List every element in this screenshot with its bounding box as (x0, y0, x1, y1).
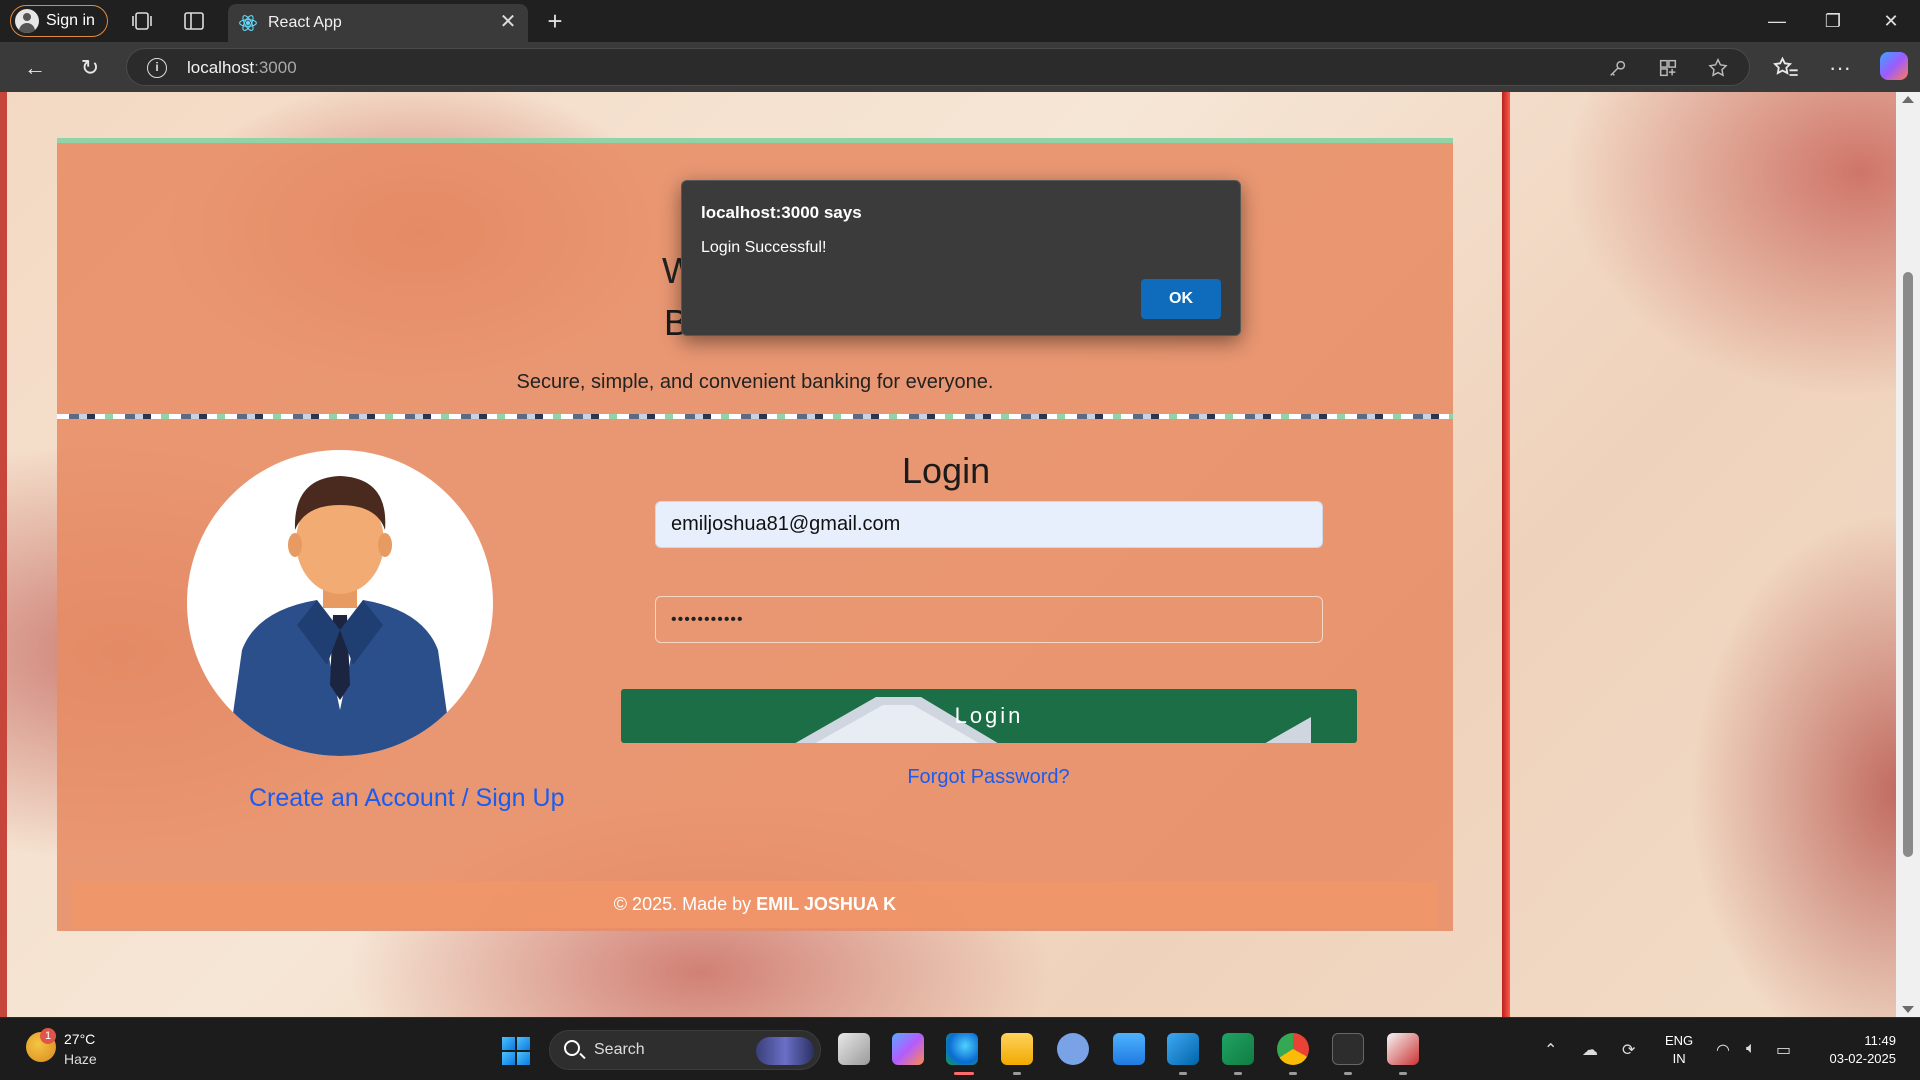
file-explorer-icon[interactable] (1001, 1033, 1033, 1065)
browser-toolbar: ← ↻ i localhost:3000 ··· (0, 42, 1920, 92)
login-button[interactable]: Login (621, 689, 1357, 743)
forgot-password-link[interactable]: Forgot Password? (57, 766, 1920, 789)
chrome-indicator (1289, 1072, 1297, 1075)
tab-actions-icon[interactable] (182, 9, 206, 33)
password-field[interactable]: ••••••••••• (655, 596, 1323, 643)
site-info-icon[interactable]: i (147, 58, 167, 78)
tab-close-icon[interactable]: ✕ (498, 12, 518, 32)
url-text[interactable]: localhost:3000 (187, 58, 297, 78)
tagline: Secure, simple, and convenient banking f… (516, 371, 994, 393)
copilot-icon[interactable] (1880, 52, 1908, 80)
windows-start-icon[interactable] (502, 1037, 530, 1065)
wifi-icon[interactable]: ◠ (1716, 1040, 1730, 1060)
onedrive-cloud-icon[interactable]: ☁ (1582, 1040, 1598, 1060)
section-divider (57, 414, 1453, 419)
search-label: Search (594, 1041, 645, 1058)
temperature-text[interactable]: 27°C (64, 1031, 95, 1047)
search-icon (564, 1040, 580, 1056)
alert-ok-button[interactable]: OK (1141, 279, 1221, 319)
weather-badge: 1 (40, 1028, 56, 1044)
edge-browser-icon[interactable] (946, 1033, 978, 1065)
terminal-indicator (1344, 1072, 1352, 1075)
alert-message: Login Successful! (701, 239, 827, 256)
back-arrow-icon[interactable]: ← (22, 55, 48, 81)
excel-icon[interactable] (1222, 1033, 1254, 1065)
notepad-icon[interactable] (1113, 1033, 1145, 1065)
tab-title: React App (268, 14, 342, 31)
tab-react-app[interactable]: React App ✕ (228, 4, 528, 42)
battery-icon[interactable]: ▭ (1776, 1040, 1791, 1060)
scroll-down-arrow-icon[interactable] (1902, 1006, 1914, 1013)
favorites-icon[interactable] (1772, 54, 1800, 82)
vscode-icon[interactable] (1167, 1033, 1199, 1065)
card-top-border (57, 138, 1453, 143)
restore-button[interactable]: ❐ (1818, 8, 1848, 34)
right-edge-decoration (1502, 92, 1510, 1017)
react-logo-icon (239, 15, 257, 31)
left-edge-decoration (0, 92, 7, 1017)
edge-active-indicator (954, 1072, 974, 1075)
r-app-icon[interactable] (1057, 1033, 1089, 1065)
windows-taskbar: 1 27°C Haze Search ⌃ ☁ ⟳ ENG IN ◠ 🔈︎ ▭ 11… (0, 1017, 1920, 1080)
login-button-label: Login (954, 703, 1024, 728)
snipping-tool-icon[interactable] (1387, 1033, 1419, 1065)
language-indicator[interactable]: ENG IN (1665, 1032, 1693, 1068)
scrollbar-thumb[interactable] (1903, 272, 1913, 857)
user-avatar-illustration (187, 450, 493, 756)
volume-icon[interactable]: 🔈︎ (1746, 1040, 1756, 1058)
taskbar-search[interactable]: Search (549, 1030, 821, 1070)
sync-icon[interactable]: ⟳ (1622, 1040, 1635, 1060)
page-viewport: W BAD BANK Secure, simple, and convenien… (0, 92, 1920, 1017)
page-footer: © 2025. Made by EMIL JOSHUA K (72, 881, 1438, 928)
email-field[interactable]: emiljoshua81@gmail.com (655, 501, 1323, 548)
workspaces-icon[interactable] (130, 9, 154, 33)
signin-label: Sign in (46, 12, 95, 29)
new-tab-button[interactable]: + (542, 8, 568, 34)
chrome-icon[interactable] (1277, 1033, 1309, 1065)
app-available-icon[interactable] (1657, 57, 1679, 79)
profile-signin-button[interactable]: Sign in (10, 5, 108, 37)
page-scrollbar[interactable] (1896, 92, 1920, 1017)
footer-author: EMIL JOSHUA K (756, 894, 897, 914)
task-view-icon[interactable] (838, 1033, 870, 1065)
more-menu-icon[interactable]: ··· (1826, 54, 1854, 82)
alert-title: localhost:3000 says (701, 203, 862, 222)
footer-text: © 2025. Made by (613, 894, 757, 914)
alert-dialog: localhost:3000 says Login Successful! OK (681, 180, 1241, 336)
snipping-indicator (1399, 1072, 1407, 1075)
weather-condition[interactable]: Haze (64, 1051, 97, 1067)
close-window-button[interactable]: ✕ (1876, 8, 1906, 34)
businessman-icon (227, 476, 453, 756)
system-clock[interactable]: 11:49 03-02-2025 (1818, 1032, 1897, 1068)
terminal-icon[interactable] (1332, 1033, 1364, 1065)
scroll-up-arrow-icon[interactable] (1902, 96, 1914, 103)
explorer-indicator (1013, 1072, 1021, 1075)
refresh-icon[interactable]: ↻ (77, 55, 103, 81)
address-bar[interactable]: i localhost:3000 (126, 48, 1750, 86)
copilot-app-icon[interactable] (892, 1033, 924, 1065)
minimize-button[interactable]: — (1762, 8, 1792, 34)
password-key-icon[interactable] (1607, 57, 1629, 79)
browser-titlebar: Sign in React App ✕ + — ❐ ✕ (0, 0, 1920, 42)
search-highlight-graphic (756, 1037, 814, 1065)
vscode-indicator (1179, 1072, 1187, 1075)
excel-indicator (1234, 1072, 1242, 1075)
login-title: Login (902, 450, 991, 491)
show-hidden-icons-chevron-icon[interactable]: ⌃ (1544, 1040, 1557, 1060)
favorite-star-icon[interactable] (1707, 57, 1729, 79)
bank-graphic-peek (795, 697, 1311, 743)
profile-avatar-icon (15, 9, 39, 33)
